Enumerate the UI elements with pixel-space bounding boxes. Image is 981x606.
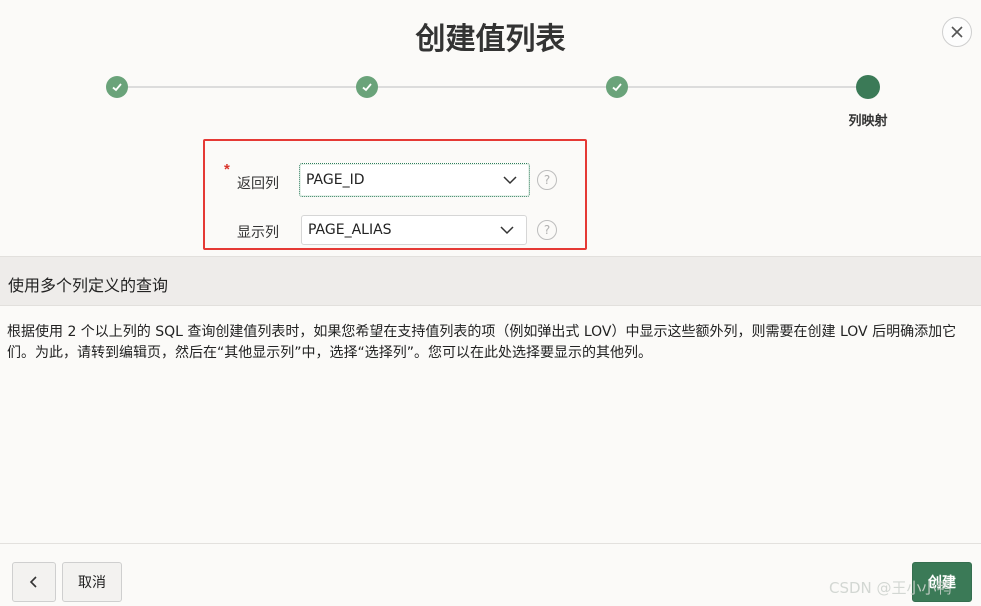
chevron-down-icon [503, 176, 517, 185]
info-section-header: 使用多个列定义的查询 [0, 256, 981, 306]
wizard-step-4-label: 列映射 [848, 114, 888, 129]
close-icon [951, 26, 963, 38]
dialog-title: 创建值列表 [415, 22, 566, 57]
chevron-left-icon [29, 576, 37, 588]
check-icon [612, 83, 622, 92]
check-icon [112, 83, 122, 92]
return-column-select[interactable]: PAGE_ID [299, 163, 530, 197]
cancel-button[interactable]: 取消 [62, 562, 122, 602]
wizard-step-4-current [856, 75, 880, 99]
info-heading: 使用多个列定义的查询 [8, 276, 169, 295]
return-column-label: 返回列 [237, 176, 279, 192]
back-button[interactable] [12, 562, 56, 602]
chevron-down-icon [500, 226, 514, 235]
display-column-help-icon[interactable]: ? [537, 220, 557, 240]
wizard-progress-track [117, 86, 868, 88]
info-text: 根据使用 2 个以上列的 SQL 查询创建值列表时，如果您希望在支持值列表的项（… [7, 324, 957, 361]
watermark: CSDN @王小小鸭 [829, 579, 952, 597]
required-indicator: * [224, 161, 230, 178]
close-button[interactable] [942, 17, 972, 47]
wizard-step-1 [106, 76, 128, 98]
return-column-value: PAGE_ID [306, 172, 365, 188]
display-column-label: 显示列 [237, 225, 279, 241]
check-icon [362, 83, 372, 92]
wizard-step-3 [606, 76, 628, 98]
display-column-value: PAGE_ALIAS [308, 222, 392, 238]
wizard-step-2 [356, 76, 378, 98]
display-column-select[interactable]: PAGE_ALIAS [301, 215, 527, 245]
return-column-help-icon[interactable]: ? [537, 170, 557, 190]
